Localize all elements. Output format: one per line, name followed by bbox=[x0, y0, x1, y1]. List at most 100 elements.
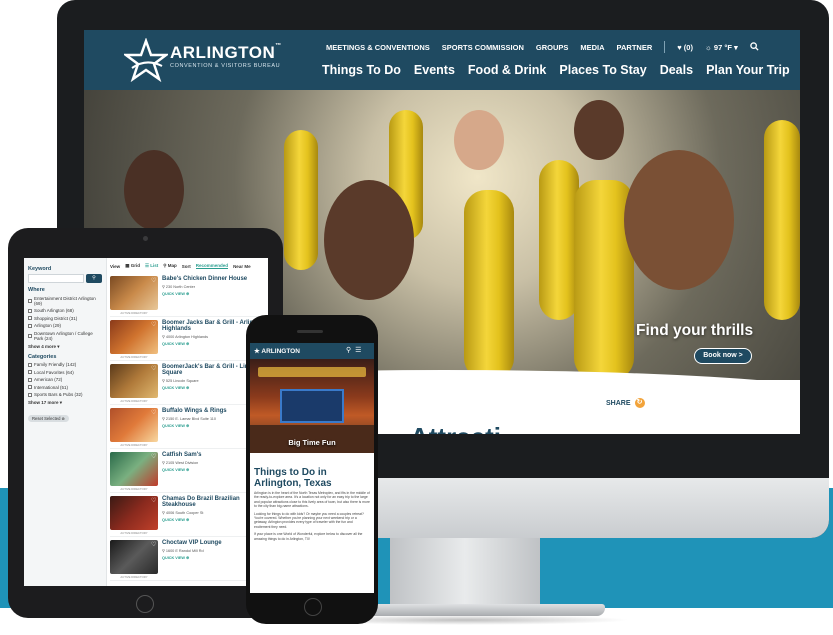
nav-partner[interactable]: PARTNER bbox=[617, 43, 653, 52]
mobile-body-text: Arlington is in the heart of the North T… bbox=[254, 491, 370, 544]
category-checkbox[interactable]: International (51) bbox=[28, 385, 102, 390]
nav-events[interactable]: Events bbox=[414, 63, 455, 77]
coaster-restraint bbox=[464, 190, 514, 380]
listing-address: ⚲ 2105 West Division bbox=[162, 461, 199, 465]
listing-caption: ACTIVE DIRECTORY bbox=[120, 443, 148, 447]
nav-deals[interactable]: Deals bbox=[660, 63, 693, 77]
phone-speaker bbox=[297, 330, 323, 333]
checkbox-icon bbox=[28, 377, 32, 382]
listing-toolbar: View ▦ Grid ☰ List ⚲ Map Sort Recommende… bbox=[110, 260, 268, 272]
nav-media[interactable]: MEDIA bbox=[580, 43, 604, 52]
keyword-search-button[interactable]: ⚲ bbox=[86, 274, 102, 283]
mobile-logo[interactable]: ★ ARLINGTON bbox=[254, 347, 300, 355]
quick-view-link[interactable]: QUICK VIEW ⊕ bbox=[162, 385, 189, 390]
listing-item[interactable]: ♡ ACTIVE DIRECTORY Chamas Do Brazil Braz… bbox=[110, 494, 268, 537]
section-heading: Attracti bbox=[410, 422, 501, 434]
view-map-button[interactable]: ⚲ Map bbox=[163, 263, 177, 269]
quick-view-link[interactable]: QUICK VIEW ⊕ bbox=[162, 467, 189, 472]
listing-item[interactable]: ♡ ACTIVE DIRECTORY Buffalo Wings & Rings… bbox=[110, 406, 268, 449]
heart-icon[interactable]: ♡ bbox=[151, 409, 156, 416]
nav-things-to-do[interactable]: Things To Do bbox=[322, 63, 401, 77]
arena-lights bbox=[258, 367, 366, 377]
listing-item[interactable]: ♡ ACTIVE DIRECTORY Catfish Sam's ⚲ 2105 … bbox=[110, 450, 268, 493]
heart-icon[interactable]: ♡ bbox=[151, 497, 156, 504]
book-now-button[interactable]: Book now > bbox=[694, 348, 752, 364]
category-checkbox[interactable]: Sports Bars & Pubs (32) bbox=[28, 392, 102, 397]
checkbox-icon bbox=[28, 385, 32, 389]
star-logo-icon[interactable] bbox=[122, 37, 170, 83]
favorites-button[interactable]: ♥ (0) bbox=[677, 43, 693, 52]
listing-item[interactable]: ♡ ACTIVE DIRECTORY Babe's Chicken Dinner… bbox=[110, 274, 268, 317]
listing-title[interactable]: Babe's Chicken Dinner House bbox=[162, 276, 268, 282]
nav-sports-commission[interactable]: SPORTS COMMISSION bbox=[442, 43, 524, 52]
nav-groups[interactable]: GROUPS bbox=[536, 43, 569, 52]
keyword-input[interactable] bbox=[28, 274, 84, 283]
listing-caption: ACTIVE DIRECTORY bbox=[120, 575, 148, 579]
nav-plan-your-trip[interactable]: Plan Your Trip bbox=[706, 63, 790, 77]
quick-view-link[interactable]: QUICK VIEW ⊕ bbox=[162, 291, 189, 296]
mobile-header-icons: ⚲ ☰ bbox=[346, 346, 361, 354]
reset-selected-button[interactable]: Reset Selected ⊗ bbox=[28, 415, 70, 422]
quick-view-link[interactable]: QUICK VIEW ⊕ bbox=[162, 517, 189, 522]
quick-view-link[interactable]: QUICK VIEW ⊕ bbox=[162, 341, 189, 346]
show-more-where[interactable]: Show 4 more ▾ bbox=[28, 344, 102, 350]
category-checkbox[interactable]: Family Friendly (142) bbox=[28, 362, 102, 367]
quick-view-link[interactable]: QUICK VIEW ⊕ bbox=[162, 423, 189, 428]
view-list-button[interactable]: ☰ List bbox=[145, 263, 158, 269]
categories-label: Categories bbox=[28, 353, 57, 360]
paragraph: Arlington is in the heart of the North T… bbox=[254, 491, 370, 509]
heart-icon[interactable]: ♡ bbox=[151, 277, 156, 284]
category-checkbox[interactable]: American (72) bbox=[28, 377, 102, 382]
tablet-camera bbox=[143, 236, 148, 241]
nav-places-to-stay[interactable]: Places To Stay bbox=[559, 63, 646, 77]
tablet-home-button bbox=[136, 595, 154, 613]
weather-dropdown[interactable]: ☼ 97 °F ▾ bbox=[705, 43, 738, 52]
sort-recommended[interactable]: Recommended bbox=[195, 263, 229, 269]
category-checkbox[interactable]: Local Favorites (64) bbox=[28, 370, 102, 375]
filter-sidebar: Keyword ⚲ Where Entertainment District A… bbox=[24, 258, 107, 586]
listing-item[interactable]: ♡ ACTIVE DIRECTORY Boomer Jacks Bar & Gr… bbox=[110, 318, 268, 361]
arena-screen bbox=[280, 389, 344, 423]
nav-food-drink[interactable]: Food & Drink bbox=[468, 63, 546, 77]
rider-background bbox=[454, 110, 504, 170]
show-more-categories[interactable]: Show 17 more ▾ bbox=[28, 400, 102, 406]
main-nav: Things To Do Events Food & Drink Places … bbox=[322, 63, 790, 77]
where-checkbox[interactable]: Entertainment District Arlington (69) bbox=[28, 296, 102, 306]
search-icon[interactable]: ⚲ bbox=[346, 346, 351, 354]
search-icon[interactable] bbox=[749, 41, 759, 53]
where-checkbox[interactable]: Arlington (29) bbox=[28, 323, 102, 328]
view-grid-button[interactable]: ▦ Grid bbox=[125, 263, 140, 269]
site-logo-subtitle: CONVENTION & VISITORS BUREAU bbox=[170, 63, 281, 69]
sort-near-me[interactable]: Near Me bbox=[233, 264, 251, 269]
rider-background bbox=[574, 100, 624, 160]
coaster-restraint bbox=[284, 130, 318, 270]
keyword-label: Keyword bbox=[28, 266, 52, 272]
nav-divider bbox=[664, 41, 666, 53]
where-checkbox[interactable]: South Arlington (68) bbox=[28, 308, 102, 313]
site-logo-text[interactable]: ARLINGTON™ bbox=[170, 43, 282, 63]
mobile-hero-caption: Big Time Fun bbox=[288, 438, 336, 447]
heart-icon[interactable]: ♡ bbox=[151, 365, 156, 372]
listing-item[interactable]: ♡ ACTIVE DIRECTORY Choctaw VIP Lounge ⚲ … bbox=[110, 538, 268, 581]
keyword-search: ⚲ bbox=[28, 274, 102, 283]
where-checkbox[interactable]: Downtown Arlington / College Park (24) bbox=[28, 331, 102, 341]
heart-icon[interactable]: ♡ bbox=[151, 453, 156, 460]
mobile-header: ★ ARLINGTON ⚲ ☰ bbox=[250, 343, 374, 359]
heart-icon[interactable]: ♡ bbox=[151, 541, 156, 548]
heart-icon[interactable]: ♡ bbox=[151, 321, 156, 328]
checkbox-icon bbox=[28, 308, 32, 313]
listing-caption: ACTIVE DIRECTORY bbox=[120, 531, 148, 535]
where-checkbox[interactable]: Shopping District (31) bbox=[28, 316, 102, 321]
hamburger-menu-icon[interactable]: ☰ bbox=[355, 346, 361, 354]
monitor-stand-neck bbox=[390, 538, 540, 608]
listing-item[interactable]: ♡ ACTIVE DIRECTORY BoomerJack's Bar & Gr… bbox=[110, 362, 268, 405]
site-header: ARLINGTON™ CONVENTION & VISITORS BUREAU … bbox=[84, 30, 800, 90]
checkbox-icon bbox=[28, 362, 32, 367]
share-control[interactable]: SHARE ↻ bbox=[606, 398, 645, 408]
phone-home-button bbox=[304, 598, 322, 616]
nav-meetings-conventions[interactable]: MEETINGS & CONVENTIONS bbox=[326, 43, 430, 52]
rider-background bbox=[124, 150, 184, 230]
quick-view-link[interactable]: QUICK VIEW ⊕ bbox=[162, 555, 189, 560]
share-label: SHARE bbox=[606, 399, 631, 407]
listing-address: ⚲ 2150 E. Lamar Blvd Suite 110 bbox=[162, 417, 217, 421]
